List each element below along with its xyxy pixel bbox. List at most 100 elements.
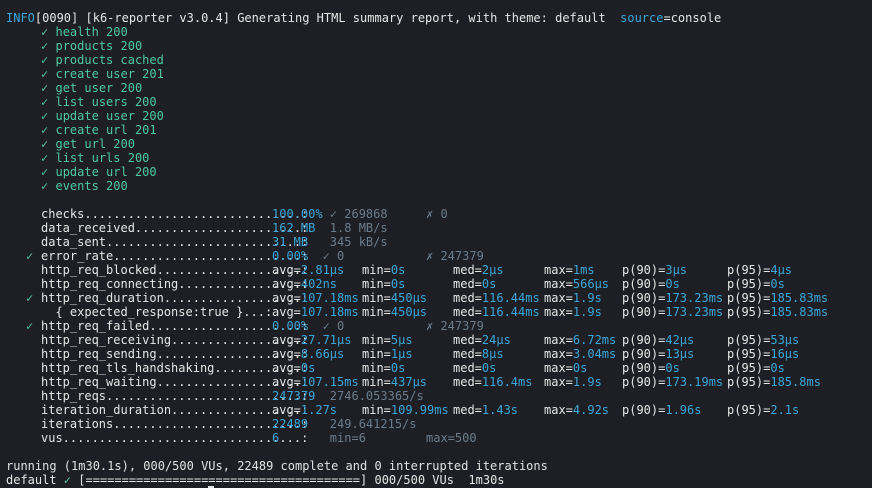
metric-p90-value: 1.96s [665,403,702,417]
metric-med-value: 0s [481,361,497,375]
metric-p95: p(95)=185.8ms [727,375,821,389]
metric-row: data_sent...........................: 31 … [0,235,872,249]
check-item: ✓ products 200 [41,39,142,53]
metric-med-value: 1.43s [481,403,519,417]
metric-value: 100.00% ✓ 269868 [272,207,388,221]
metric-min-value: 0s [390,361,406,375]
metric-name: vus.................................: [41,431,309,445]
check-label: get user 200 [55,81,143,95]
running-status-line: running (1m30.1s), 000/500 VUs, 22489 co… [6,459,548,473]
metric-name: http_req_duration...................: [41,291,309,305]
metric-row: data_received.......................: 162… [0,221,872,235]
metric-check-icon: ✓ [26,249,34,263]
metric-med: med=8µs [453,347,504,361]
metric-name: http_req_failed.....................: [41,319,309,333]
metric-secondary: ✓ 0 [308,319,345,333]
log-level: INFO [6,11,35,25]
metric-name: http_req_connecting.................: [41,277,309,291]
metric-avg: avg=1.27s [272,403,338,417]
metric-max: max=4.92s [544,403,610,417]
metric-p90-value: 0s [665,361,680,375]
metric-max-value: 4.92s [572,403,610,417]
metric-secondary: ✓ 269868 [322,207,388,221]
metric-row: http_req_waiting....................: avg… [0,375,872,389]
metric-row: iterations..........................: 224… [0,417,872,431]
metric-p90-value: 42µs [665,333,695,347]
metric-max: max=1.9s [544,375,602,389]
metric-secondary: min=6 [279,431,366,445]
metric-name: data_sent...........................: [41,235,309,249]
metric-row: ✓ error_rate..........................: 0.… [0,249,872,263]
metric-p95: p(95)=16µs [727,347,800,361]
metric-name: http_req_sending....................: [41,347,309,361]
check-item: ✓ get url 200 [41,137,135,151]
source-key: source [620,11,664,25]
metric-p90-value: 173.19ms [665,375,724,389]
metric-max-value: 3.04ms [572,347,617,361]
metric-name: checks..............................: [41,207,309,221]
check-icon: ✓ [41,81,49,95]
metric-name: http_req_blocked....................: [41,263,309,277]
metric-med-value: 24µs [481,333,511,347]
metric-min: min=0s [362,277,406,291]
check-label: products cached [55,53,164,67]
metric-p95-value: 0s [770,277,785,291]
metric-value: 0.00% ✓ 0 [272,319,344,333]
metric-med: med=116.44ms [453,291,540,305]
metric-p95-value: 185.83ms [770,291,829,305]
metric-p90-value: 3µs [665,263,688,277]
metric-name: http_req_tls_handshaking............: [41,361,309,375]
metric-secondary: ✓ 0 [308,249,345,263]
metric-avg: avg=8.66µs [272,347,345,361]
check-item: ✓ update user 200 [41,109,164,123]
metric-row: http_req_tls_handshaking............: avg… [0,361,872,375]
metric-min: min=1µs [362,347,413,361]
metric-value: 247379 2746.053365/s [272,389,424,403]
metric-primary: 31 MB [272,235,309,249]
metric-med: med=1.43s [453,403,519,417]
check-label: create url 201 [55,123,157,137]
metric-value: 6 min=6 [272,431,366,445]
metric-name: { expected_response:true }...: [41,305,273,319]
metric-row: http_req_blocked....................: avg… [0,263,872,277]
metric-row: http_reqs...........................: 247… [0,389,872,403]
metric-p95: p(95)=53µs [727,333,800,347]
log-code: [0090] [34,11,79,25]
scenario-check-icon: ✓ [63,473,72,487]
metric-max: max=6.72ms [544,333,617,347]
metric-min: min=5µs [362,333,413,347]
metric-p90: p(90)=0s [622,361,680,375]
metric-primary: 0.00% [272,249,309,263]
metric-avg-value: 107.18ms [300,291,359,305]
metric-min: min=450µs [362,291,428,305]
metric-tertiary: ✗ 247379 [426,249,484,263]
metric-p95: p(95)=0s [727,361,785,375]
check-icon: ✓ [41,137,49,151]
metric-primary: 247379 [272,389,316,403]
terminal-window[interactable]: INFO[0090] [k6-reporter v3.0.4] Generati… [0,0,872,488]
metric-tertiary: ✗ 0 [426,207,448,221]
metric-avg-value: 402ns [300,277,338,291]
metric-max: max=0s [544,361,588,375]
metric-avg: avg=107.18ms [272,291,359,305]
metric-p90-value: 173.23ms [665,305,724,319]
metric-p95: p(95)=185.83ms [727,305,829,319]
metric-p90: p(90)=173.23ms [622,305,724,319]
metric-p95-value: 0s [770,361,785,375]
check-item: ✓ health 200 [41,25,128,39]
check-icon: ✓ [41,25,49,39]
metric-p95: p(95)=2.1s [727,403,800,417]
metric-name: http_req_waiting....................: [41,375,309,389]
metric-avg-value: 107.15ms [300,375,359,389]
metric-check-icon: ✓ [26,319,34,333]
metric-avg: avg=402ns [272,277,338,291]
metric-min: min=437µs [362,375,428,389]
metric-min-value: 450µs [390,305,428,319]
check-icon: ✓ [41,179,49,193]
metric-row: ✓ http_req_failed.....................: 0.… [0,319,872,333]
log-message: [k6-reporter v3.0.4] Generating HTML sum… [78,11,621,25]
metric-avg: avg=2.81µs [272,263,345,277]
metric-value: 22489 249.641215/s [272,417,417,431]
check-icon: ✓ [41,165,49,179]
metric-name: http_req_receiving..................: [41,333,309,347]
